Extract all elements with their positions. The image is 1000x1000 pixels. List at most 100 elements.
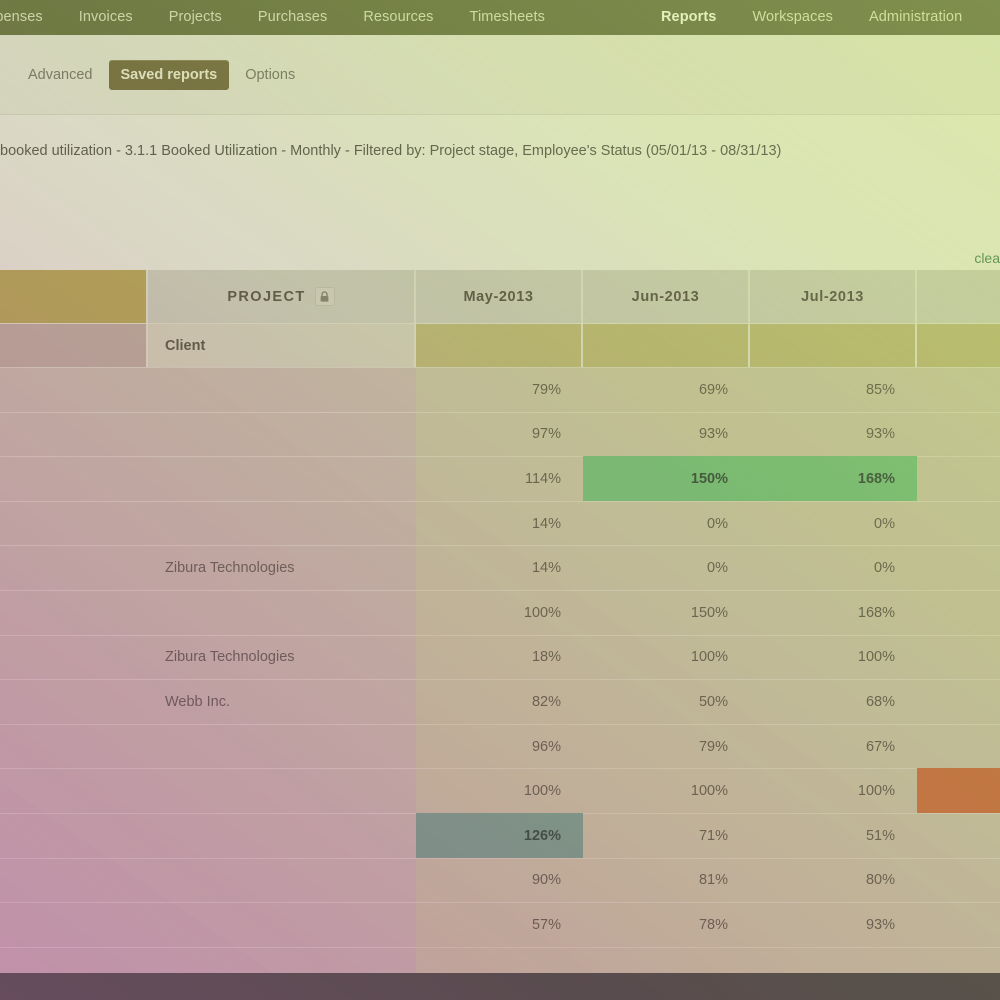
utilization-cell[interactable]	[917, 902, 1000, 947]
utilization-cell[interactable]	[917, 812, 1000, 858]
utilization-cell[interactable]: 0%	[750, 500, 917, 546]
table-row[interactable]: Zibura Technologies 18% 100% 100%	[0, 634, 1000, 680]
utilization-cell[interactable]	[917, 411, 1000, 457]
client-name-cell[interactable]	[148, 857, 416, 903]
utilization-cell[interactable]	[917, 545, 1000, 590]
client-name-cell[interactable]	[148, 367, 416, 412]
table-row[interactable]: 100% 100% 100%	[0, 768, 1000, 813]
column-header-project[interactable]: PROJECT	[148, 270, 416, 323]
utilization-cell[interactable]: 85%	[750, 367, 917, 412]
client-name-cell[interactable]	[148, 411, 416, 457]
client-name-cell[interactable]: Zibura Technologies	[148, 545, 416, 590]
nav-item-administration[interactable]: Administration	[851, 0, 980, 35]
utilization-cell[interactable]	[917, 634, 1000, 680]
utilization-cell[interactable]: 18%	[416, 634, 583, 680]
utilization-cell[interactable]: 71%	[583, 812, 750, 858]
toolbar-item-options[interactable]: Options	[233, 60, 307, 90]
nav-item-reports[interactable]: Reports	[643, 0, 735, 35]
table-row[interactable]: 90% 81% 80%	[0, 857, 1000, 903]
utilization-cell[interactable]	[917, 679, 1000, 724]
table-row[interactable]: 97% 93% 93%	[0, 411, 1000, 457]
utilization-cell[interactable]: 100%	[583, 768, 750, 813]
utilization-cell[interactable]: 81%	[583, 857, 750, 903]
main-navigation-bar: xpensesInvoicesProjectsPurchasesResource…	[0, 0, 1000, 35]
column-header-month-1[interactable]: Jun-2013	[583, 270, 750, 323]
client-name-cell[interactable]	[148, 500, 416, 546]
utilization-cell[interactable]: 100%	[416, 589, 583, 635]
utilization-cell[interactable]: 68%	[750, 679, 917, 724]
client-name-cell[interactable]	[148, 902, 416, 947]
utilization-cell[interactable]	[917, 723, 1000, 769]
table-row[interactable]: Webb Inc. 82% 50% 68%	[0, 679, 1000, 724]
column-header-month-3[interactable]	[917, 270, 1000, 323]
client-name-cell[interactable]	[148, 812, 416, 858]
utilization-cell[interactable]: 168%	[750, 589, 917, 635]
client-name-cell[interactable]: Webb Inc.	[148, 679, 416, 724]
utilization-cell[interactable]: 96%	[416, 723, 583, 769]
lock-icon[interactable]	[314, 287, 335, 306]
nav-item-workspaces[interactable]: Workspaces	[734, 0, 851, 35]
utilization-cell[interactable]: 93%	[750, 411, 917, 457]
nav-item-projects[interactable]: Projects	[151, 0, 240, 35]
utilization-cell[interactable]	[917, 857, 1000, 903]
nav-item-xpenses[interactable]: xpenses	[0, 0, 61, 35]
utilization-cell[interactable]: 14%	[416, 500, 583, 546]
utilization-cell[interactable]: 93%	[750, 902, 917, 947]
clear-link[interactable]: clea	[974, 250, 1000, 266]
table-row[interactable]: 96% 79% 67%	[0, 723, 1000, 769]
client-name-cell[interactable]	[148, 768, 416, 813]
utilization-cell[interactable]: 79%	[583, 723, 750, 769]
utilization-cell[interactable]	[917, 500, 1000, 546]
utilization-cell[interactable]: 51%	[750, 812, 917, 858]
utilization-cell[interactable]: 100%	[750, 768, 917, 813]
column-header-client[interactable]: Client	[148, 323, 416, 367]
toolbar-item-advanced[interactable]: Advanced	[16, 60, 105, 90]
utilization-cell[interactable]: 78%	[583, 902, 750, 947]
nav-item-timesheets[interactable]: Timesheets	[452, 0, 563, 35]
utilization-cell[interactable]: 0%	[750, 545, 917, 590]
utilization-cell[interactable]: 168%	[750, 456, 917, 501]
table-row[interactable]: 100% 150% 168%	[0, 589, 1000, 635]
nav-item-resources[interactable]: Resources	[345, 0, 451, 35]
utilization-cell[interactable]: 100%	[750, 634, 917, 680]
table-row[interactable]: 14% 0% 0%	[0, 500, 1000, 546]
utilization-cell[interactable]: 69%	[583, 367, 750, 412]
utilization-cell[interactable]: 0%	[583, 545, 750, 590]
utilization-cell[interactable]: 90%	[416, 857, 583, 903]
utilization-cell[interactable]: 80%	[750, 857, 917, 903]
utilization-cell[interactable]: 79%	[416, 367, 583, 412]
client-name-cell[interactable]	[148, 456, 416, 501]
utilization-cell[interactable]	[917, 589, 1000, 635]
column-header-month-0[interactable]: May-2013	[416, 270, 583, 323]
table-row[interactable]: 126% 71% 51%	[0, 812, 1000, 858]
nav-item-invoices[interactable]: Invoices	[61, 0, 151, 35]
utilization-cell[interactable]: 97%	[416, 411, 583, 457]
utilization-cell[interactable]: 126%	[416, 812, 583, 858]
client-name-cell[interactable]	[148, 723, 416, 769]
utilization-cell[interactable]: 150%	[583, 589, 750, 635]
utilization-cell[interactable]: 14%	[416, 545, 583, 590]
table-row[interactable]: 79% 69% 85%	[0, 367, 1000, 412]
client-name-cell[interactable]: Zibura Technologies	[148, 634, 416, 680]
utilization-cell[interactable]: 100%	[583, 634, 750, 680]
utilization-cell[interactable]	[917, 367, 1000, 412]
toolbar-item-saved-reports[interactable]: Saved reports	[108, 59, 230, 90]
utilization-cell[interactable]: 82%	[416, 679, 583, 724]
utilization-cell[interactable]: 67%	[750, 723, 917, 769]
utilization-cell[interactable]: 93%	[583, 411, 750, 457]
table-row[interactable]: Zibura Technologies 14% 0% 0%	[0, 545, 1000, 590]
utilization-cell[interactable]: 150%	[583, 456, 750, 501]
utilization-cell[interactable]: 114%	[416, 456, 583, 501]
grid-header-row-sub: Client	[0, 323, 1000, 367]
utilization-cell[interactable]: 0%	[583, 500, 750, 546]
utilization-cell[interactable]: 50%	[583, 679, 750, 724]
utilization-cell[interactable]	[917, 456, 1000, 501]
table-row[interactable]: 114% 150% 168%	[0, 456, 1000, 501]
column-header-month-2[interactable]: Jul-2013	[750, 270, 917, 323]
utilization-cell[interactable]: 57%	[416, 902, 583, 947]
utilization-cell[interactable]	[917, 768, 1000, 813]
table-row[interactable]: 57% 78% 93%	[0, 902, 1000, 947]
utilization-cell[interactable]: 100%	[416, 768, 583, 813]
nav-item-purchases[interactable]: Purchases	[240, 0, 345, 35]
client-name-cell[interactable]	[148, 589, 416, 635]
